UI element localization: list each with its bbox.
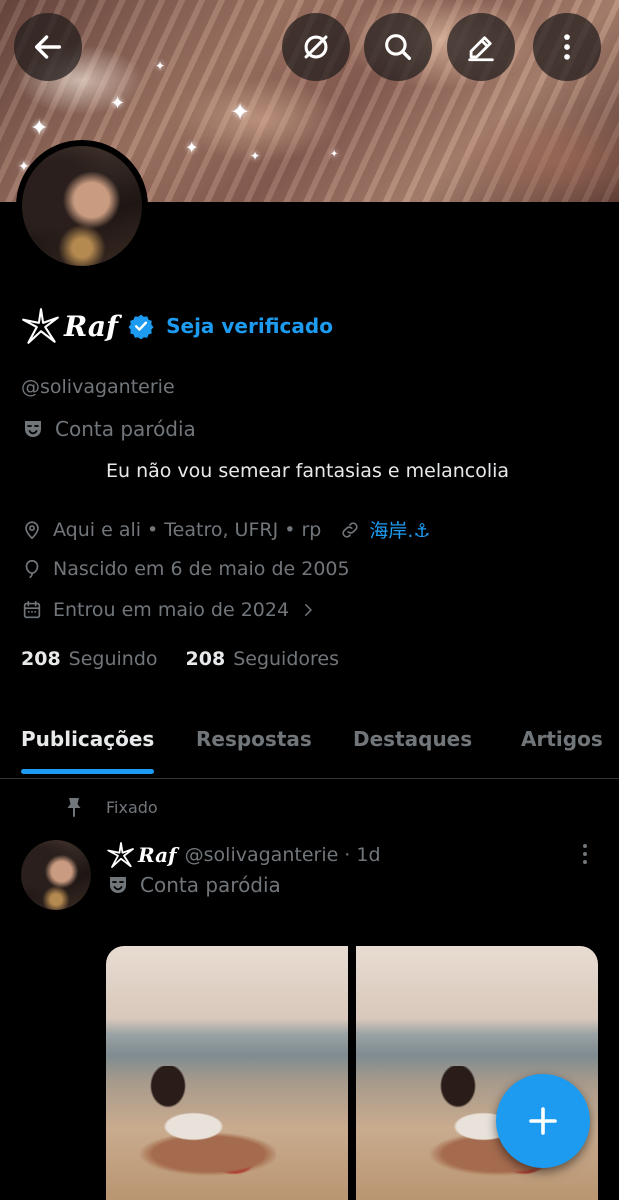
follow-counts: 208 Seguindo 208 Seguidores xyxy=(21,648,367,670)
arrow-left-icon xyxy=(34,35,62,59)
verified-badge-icon[interactable] xyxy=(128,313,154,339)
edit-button[interactable] xyxy=(447,13,515,81)
tab-respostas[interactable]: Respostas xyxy=(196,727,312,751)
grok-button[interactable] xyxy=(282,13,350,81)
joined-text: Entrou em maio de 2024 xyxy=(53,599,290,621)
edit-icon xyxy=(468,36,494,62)
birth-row: Nascido em 6 de maio de 2005 xyxy=(21,558,350,580)
post-author-name[interactable]: Raf xyxy=(138,843,177,867)
sparkle-decoration: ✦ xyxy=(155,59,166,73)
profile-name-row: Raf Seja verificado xyxy=(20,305,333,347)
search-icon xyxy=(385,34,412,61)
parody-label: Conta paródia xyxy=(55,417,196,441)
pinned-indicator: Fixado xyxy=(64,796,158,818)
star-emblem-icon xyxy=(22,308,59,344)
sparkle-decoration: ✦ xyxy=(250,149,261,163)
post-parody-label: Conta paródia xyxy=(140,873,281,897)
parody-label-row: Conta paródia xyxy=(21,417,196,441)
location-text: Aqui e ali • Teatro, UFRJ • rp xyxy=(53,518,322,541)
pinned-label: Fixado xyxy=(106,797,158,817)
sparkle-decoration: ✦ xyxy=(185,138,199,157)
followers-count[interactable]: 208 xyxy=(186,648,226,670)
location-row: Aqui e ali • Teatro, UFRJ • rp 海岸.⚓ xyxy=(21,516,430,543)
display-name: Raf xyxy=(64,309,119,343)
post-author-handle[interactable]: @solivaganterie xyxy=(185,844,339,866)
calendar-icon xyxy=(23,600,41,619)
tab-publicacoes[interactable]: Publicações xyxy=(21,727,154,751)
tab-artigos[interactable]: Artigos xyxy=(521,727,603,751)
joined-row[interactable]: Entrou em maio de 2024 xyxy=(21,599,327,621)
chevron-right-icon xyxy=(305,604,312,616)
following-count[interactable]: 208 xyxy=(21,648,61,670)
profile-bio: Eu não vou semear fantasias e melancolia xyxy=(106,460,510,482)
profile-handle: @solivaganterie xyxy=(21,376,175,398)
beach-photo xyxy=(106,946,348,1200)
plus-icon xyxy=(529,1107,557,1135)
more-vertical-icon xyxy=(564,34,570,60)
star-emblem-icon xyxy=(107,842,134,868)
more-button[interactable] xyxy=(533,13,601,81)
location-pin-icon xyxy=(25,520,39,539)
get-verified-link[interactable]: Seja verificado xyxy=(166,314,333,338)
sparkle-decoration: ✦ xyxy=(30,116,49,141)
profile-link[interactable]: 海岸.⚓ xyxy=(369,516,430,543)
grok-icon xyxy=(304,35,328,59)
post-header: Raf @solivaganterie · 1d xyxy=(106,840,381,870)
sparkle-decoration: ✦ xyxy=(110,93,126,114)
post-media-image[interactable] xyxy=(106,946,348,1200)
post-time: · 1d xyxy=(344,844,381,866)
sparkle-decoration: ✦ xyxy=(330,149,339,160)
search-button[interactable] xyxy=(364,13,432,81)
compose-fab-button[interactable] xyxy=(496,1074,590,1168)
theater-mask-icon xyxy=(25,421,41,437)
post-author-avatar[interactable] xyxy=(21,840,91,910)
link-icon xyxy=(342,521,358,538)
avatar-image xyxy=(21,840,91,910)
photo-subject xyxy=(126,1066,276,1176)
balloon-icon xyxy=(25,559,39,579)
back-button[interactable] xyxy=(14,13,82,81)
profile-avatar[interactable] xyxy=(16,140,148,272)
post-more-icon[interactable] xyxy=(574,842,596,866)
active-tab-indicator xyxy=(21,769,154,774)
following-label[interactable]: Seguindo xyxy=(69,648,158,670)
sparkle-decoration: ✦ xyxy=(230,98,251,126)
tab-destaques[interactable]: Destaques xyxy=(353,727,472,751)
followers-label[interactable]: Seguidores xyxy=(233,648,339,670)
theater-mask-icon xyxy=(110,877,126,893)
profile-tabs: Publicações Respostas Destaques Artigos xyxy=(0,705,619,779)
post-parody-row: Conta paródia xyxy=(106,873,281,897)
pin-icon xyxy=(67,798,81,817)
avatar-image xyxy=(22,146,142,266)
birth-text: Nascido em 6 de maio de 2005 xyxy=(53,558,350,580)
